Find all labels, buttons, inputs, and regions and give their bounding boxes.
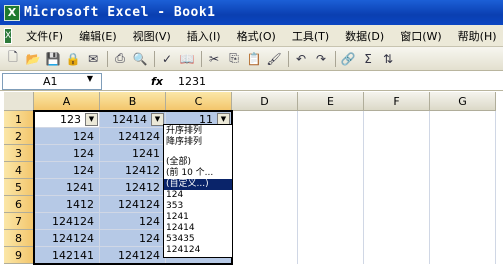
column-header-a[interactable]: A xyxy=(34,92,100,111)
filter-value-option[interactable]: 12414 xyxy=(164,223,232,234)
toolbar-separator xyxy=(335,50,336,67)
new-icon[interactable]: 🗋 xyxy=(4,50,22,68)
name-box[interactable]: A1 ▼ xyxy=(2,72,102,90)
empty-column-e[interactable] xyxy=(298,111,364,264)
sort-ascending-option[interactable]: 升序排列 xyxy=(164,126,232,137)
menu-insert[interactable]: 插入(I) xyxy=(179,28,229,44)
cell-a2[interactable]: 124 xyxy=(34,128,100,145)
cell-b2[interactable]: 124124 xyxy=(100,128,166,145)
cell-a8[interactable]: 124124 xyxy=(34,230,100,247)
insert-function-icon[interactable]: fx xyxy=(142,75,172,88)
filter-top10-option[interactable]: (前 10 个... xyxy=(164,168,232,179)
cell-a6[interactable]: 1412 xyxy=(34,196,100,213)
cut-icon[interactable]: ✂ xyxy=(205,50,223,68)
row-header[interactable]: 5 xyxy=(4,179,34,196)
excel-logo-icon: X xyxy=(4,4,20,21)
filter-value-option[interactable]: 1241 xyxy=(164,212,232,223)
formula-bar: A1 ▼ fx 1231 xyxy=(0,72,503,91)
hyperlink-icon[interactable]: 🔗 xyxy=(339,50,357,68)
row-header[interactable]: 9 xyxy=(4,247,34,264)
menu-view[interactable]: 视图(V) xyxy=(125,28,179,44)
title-bar: X Microsoft Excel - Book1 xyxy=(0,0,503,25)
select-all-corner[interactable] xyxy=(4,92,34,111)
filter-all-option[interactable]: (全部) xyxy=(164,157,232,168)
spelling-icon[interactable]: ✓ xyxy=(158,50,176,68)
column-header-g[interactable]: G xyxy=(430,92,496,111)
column-header-f[interactable]: F xyxy=(364,92,430,111)
filter-value-option[interactable]: 124124 xyxy=(164,245,232,256)
cell-a9[interactable]: 142141 xyxy=(34,247,100,264)
filter-value-option[interactable]: 124 xyxy=(164,190,232,201)
empty-column-g[interactable] xyxy=(430,111,496,264)
menu-bar: X 文件(F) 编辑(E) 视图(V) 插入(I) 格式(O) 工具(T) 数据… xyxy=(0,25,503,47)
sort-descending-option[interactable]: 降序排列 xyxy=(164,137,232,148)
column-header-e[interactable]: E xyxy=(298,92,364,111)
cell-b9[interactable]: 124124 xyxy=(100,247,166,264)
redo-icon[interactable]: ↷ xyxy=(312,50,330,68)
row-header[interactable]: 7 xyxy=(4,213,34,230)
row-header[interactable]: 6 xyxy=(4,196,34,213)
print-icon[interactable]: ⎙ xyxy=(111,50,129,68)
menu-file[interactable]: 文件(F) xyxy=(18,28,71,44)
menu-window[interactable]: 窗口(W) xyxy=(392,28,449,44)
autosum-icon[interactable]: Σ xyxy=(359,50,377,68)
cell-a4[interactable]: 124 xyxy=(34,162,100,179)
toolbar-separator xyxy=(154,50,155,67)
cell-a3[interactable]: 124 xyxy=(34,145,100,162)
column-header-c[interactable]: C xyxy=(166,92,232,111)
research-icon[interactable]: 📖 xyxy=(178,50,196,68)
row-header[interactable]: 1 xyxy=(4,111,34,128)
empty-column-f[interactable] xyxy=(364,111,430,264)
filter-value-option[interactable]: 353 xyxy=(164,201,232,212)
cell-a7[interactable]: 124124 xyxy=(34,213,100,230)
empty-column-d[interactable] xyxy=(232,111,298,264)
undo-icon[interactable]: ↶ xyxy=(292,50,310,68)
cell-b4[interactable]: 12412 xyxy=(100,162,166,179)
copy-icon[interactable]: ⎘ xyxy=(225,50,243,68)
row-header[interactable]: 2 xyxy=(4,128,34,145)
autofilter-list: 升序排列 降序排列 (全部) (前 10 个... (自定义...) 124 3… xyxy=(163,124,233,258)
cell-b8[interactable]: 124 xyxy=(100,230,166,247)
open-icon[interactable]: 📂 xyxy=(24,50,42,68)
column-header-d[interactable]: D xyxy=(232,92,298,111)
cell-b3[interactable]: 1241 xyxy=(100,145,166,162)
filter-value-option[interactable]: 53435 xyxy=(164,234,232,245)
menu-data[interactable]: 数据(D) xyxy=(337,28,392,44)
standard-toolbar: 🗋 📂 💾 🔒 ✉ ⎙ 🔍 ✓ 📖 ✂ ⎘ 📋 🖌 ↶ ↷ 🔗 Σ ⇅ xyxy=(0,47,503,71)
menu-tools[interactable]: 工具(T) xyxy=(284,28,337,44)
autofilter-dropdown-a[interactable]: ▼ xyxy=(85,113,98,126)
workbook-icon[interactable]: X xyxy=(4,27,13,44)
name-box-value: A1 xyxy=(43,74,58,88)
toolbar-separator xyxy=(288,50,289,67)
row-header[interactable]: 4 xyxy=(4,162,34,179)
toolbar-separator xyxy=(107,50,108,67)
sort-ascending-icon[interactable]: ⇅ xyxy=(379,50,397,68)
window-title: Microsoft Excel - Book1 xyxy=(24,5,216,20)
menu-format[interactable]: 格式(O) xyxy=(229,28,284,44)
save-icon[interactable]: 💾 xyxy=(44,50,62,68)
row-header[interactable]: 8 xyxy=(4,230,34,247)
toolbar-separator xyxy=(201,50,202,67)
permission-icon[interactable]: 🔒 xyxy=(64,50,82,68)
paste-icon[interactable]: 📋 xyxy=(245,50,263,68)
cell-b6[interactable]: 124124 xyxy=(100,196,166,213)
cell-b5[interactable]: 12412 xyxy=(100,179,166,196)
cell-a5[interactable]: 1241 xyxy=(34,179,100,196)
cell-b7[interactable]: 124 xyxy=(100,213,166,230)
chevron-down-icon[interactable]: ▼ xyxy=(87,74,93,83)
email-icon[interactable]: ✉ xyxy=(84,50,102,68)
menu-help[interactable]: 帮助(H) xyxy=(450,28,503,44)
menu-edit[interactable]: 编辑(E) xyxy=(71,28,125,44)
print-preview-icon[interactable]: 🔍 xyxy=(131,50,149,68)
formula-input[interactable]: 1231 xyxy=(178,75,206,88)
column-header-b[interactable]: B xyxy=(100,92,166,111)
format-painter-icon[interactable]: 🖌 xyxy=(265,50,283,68)
row-header[interactable]: 3 xyxy=(4,145,34,162)
filter-custom-option[interactable]: (自定义...) xyxy=(164,179,232,190)
